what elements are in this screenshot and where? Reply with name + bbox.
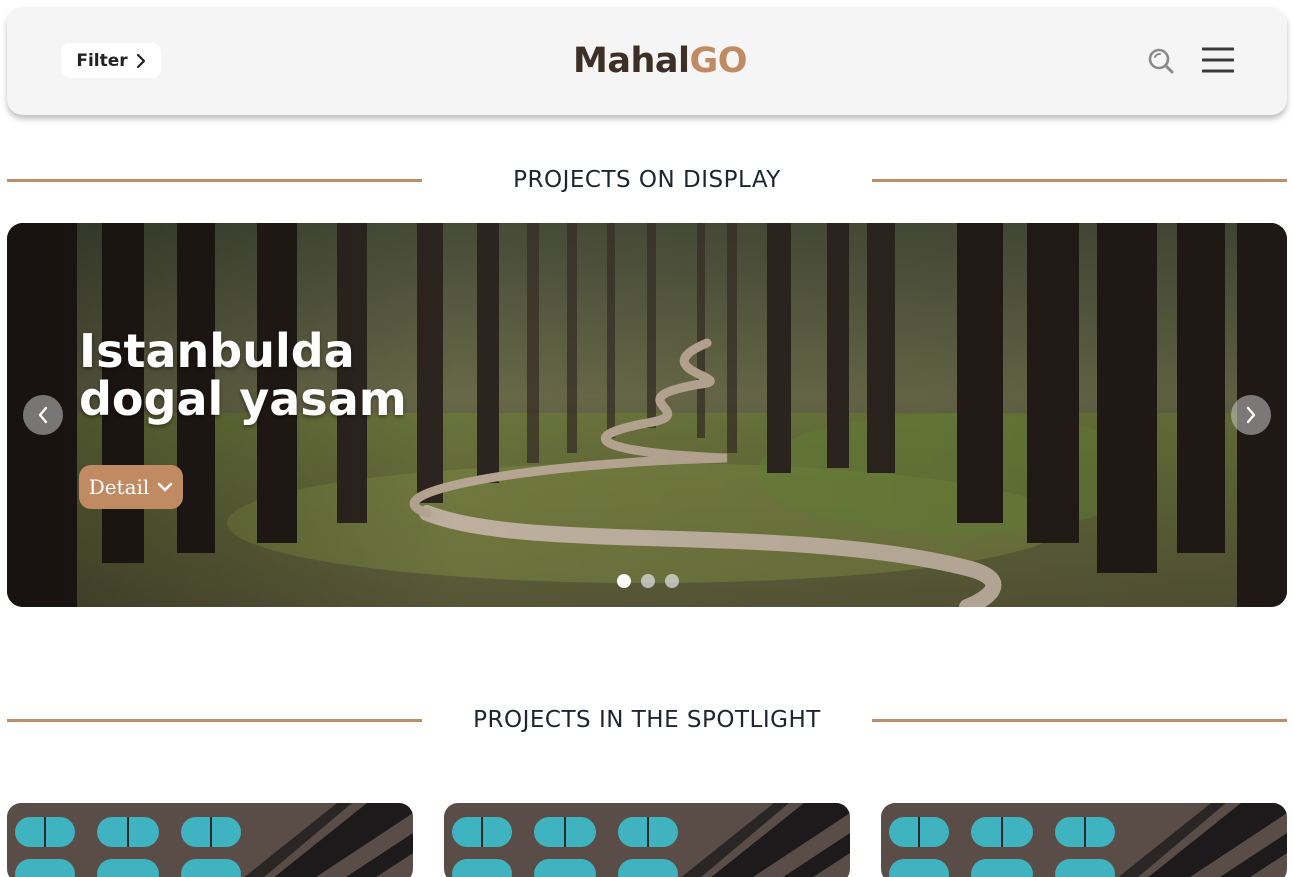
spotlight-card[interactable]: [444, 803, 850, 877]
hero-title-line: Istanbulda: [79, 324, 355, 378]
detail-button-label: Detail: [88, 475, 150, 499]
section-heading-display: PROJECTS ON DISPLAY: [7, 165, 1287, 195]
carousel-dot[interactable]: [665, 574, 679, 588]
chevron-down-icon: [158, 482, 173, 492]
divider-line: [7, 179, 422, 182]
carousel-next-button[interactable]: [1231, 395, 1271, 435]
detail-button[interactable]: Detail: [79, 465, 183, 509]
filter-button[interactable]: Filter: [61, 43, 161, 78]
chevron-left-icon: [38, 406, 48, 424]
spotlight-card[interactable]: [881, 803, 1287, 877]
divider-line: [872, 179, 1287, 182]
hamburger-menu-icon[interactable]: [1202, 45, 1234, 75]
section-heading-spotlight: PROJECTS IN THE SPOTLIGHT: [7, 705, 1287, 735]
chevron-right-icon: [1246, 406, 1256, 424]
logo-text: Mahal: [573, 41, 690, 81]
divider-line: [7, 719, 422, 722]
chevron-right-icon: [136, 53, 145, 68]
logo-accent: GO: [689, 41, 747, 81]
hero-carousel: Istanbulda dogal yasam Detail: [7, 223, 1287, 607]
carousel-dot[interactable]: [617, 574, 631, 588]
section-title: PROJECTS ON DISPLAY: [513, 167, 781, 193]
hero-title: Istanbulda dogal yasam: [79, 327, 599, 423]
hero-title-line: dogal yasam: [79, 372, 407, 426]
spotlight-card[interactable]: [7, 803, 413, 877]
filter-button-label: Filter: [76, 50, 128, 71]
carousel-indicators: [617, 574, 679, 588]
carousel-dot[interactable]: [641, 574, 655, 588]
carousel-prev-button[interactable]: [23, 395, 63, 435]
section-title: PROJECTS IN THE SPOTLIGHT: [473, 707, 821, 733]
search-icon[interactable]: [1147, 47, 1175, 75]
building-facade-image: [444, 803, 850, 877]
building-facade-image: [881, 803, 1287, 877]
mahalgo-logo[interactable]: Mahal GO: [573, 39, 747, 83]
divider-line: [872, 719, 1287, 722]
top-header: Filter Mahal GO: [7, 7, 1287, 115]
building-facade-image: [7, 803, 413, 877]
